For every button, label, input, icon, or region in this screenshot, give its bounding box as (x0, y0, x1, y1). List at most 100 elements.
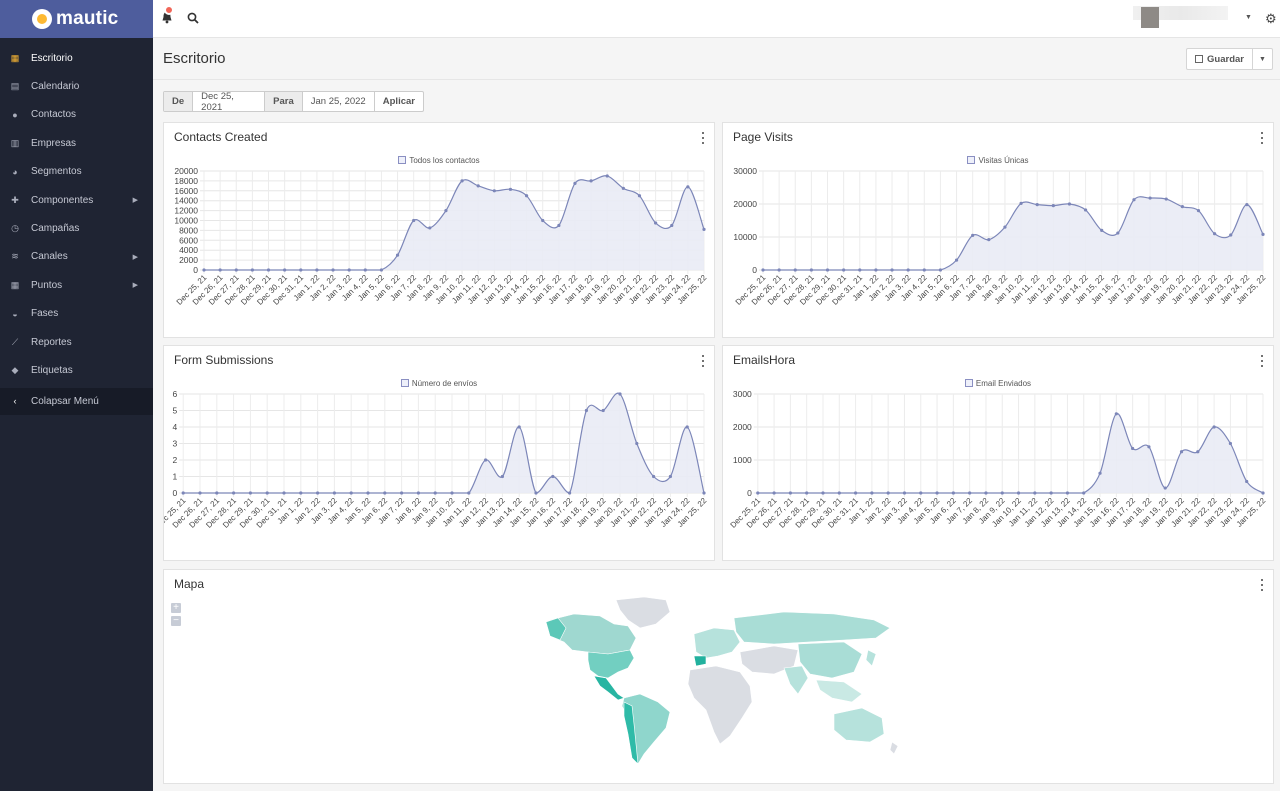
data-point (821, 491, 825, 495)
data-point (1131, 446, 1135, 451)
data-point (637, 194, 642, 198)
floppy-icon (1195, 55, 1204, 63)
data-point (366, 491, 370, 495)
sidebar-item-label: Etiquetas (31, 364, 73, 376)
data-point (299, 491, 303, 495)
data-point (919, 491, 923, 495)
data-point (234, 268, 238, 272)
y-tick-label: 5 (172, 406, 177, 416)
sidebar-item-canales[interactable]: ≋ Canales ▶ (0, 243, 153, 271)
data-point (584, 408, 588, 413)
page-title: Escritorio (163, 50, 226, 67)
sidebar-item-puntos[interactable]: ▦ Puntos ▶ (0, 271, 153, 299)
page-visits-widget: Page Visits Visitas Únicas 0 10000 20000 3000… (722, 122, 1274, 338)
collapse-menu-button[interactable]: ‹ Colapsar Menú (0, 387, 153, 415)
data-point (1229, 233, 1233, 237)
sidebar-item-contactos[interactable]: ● Contactos (0, 101, 153, 129)
data-point (484, 458, 488, 462)
calendar-icon: ▤ (10, 81, 20, 92)
gear-icon[interactable]: ⚙ (1265, 11, 1277, 27)
to-date-input[interactable]: Jan 25, 2022 (303, 92, 375, 111)
data-point (668, 474, 672, 479)
world-map[interactable] (544, 594, 904, 769)
search-icon[interactable] (187, 12, 199, 24)
caret-right-icon: ▶ (132, 282, 138, 290)
data-point (788, 491, 792, 495)
data-point (971, 233, 975, 237)
map-region-new-zealand (889, 741, 899, 755)
map-title: Mapa (174, 577, 205, 591)
data-point (347, 268, 351, 272)
y-tick-label: 20000 (174, 166, 198, 176)
data-point (954, 258, 959, 262)
data-point (1100, 228, 1104, 232)
sidebar-item-componentes[interactable]: ✚ Componentes ▶ (0, 186, 153, 214)
map-region-spain (693, 655, 707, 667)
mautic-logo[interactable]: mautic (0, 0, 153, 38)
form-submissions-widget: Form Submissions Número de envíos 0 1 2 3 4 5 6 D… (163, 345, 715, 561)
sidebar-item-escritorio[interactable]: ▦ Escritorio (0, 44, 153, 72)
data-point (250, 268, 254, 272)
sidebar-item-etiquetas[interactable]: ◆ Etiquetas (0, 356, 153, 384)
data-point (685, 425, 689, 429)
kebab-menu-icon[interactable] (1260, 579, 1264, 591)
contacts-created-widget: Contacts Created Todos los contactos 0 2000… (163, 122, 715, 338)
data-point (460, 179, 464, 183)
data-point (968, 491, 972, 495)
data-point (1132, 198, 1136, 202)
apply-button[interactable]: Aplicar (375, 92, 423, 111)
map-region-usa (587, 649, 635, 679)
data-point (1245, 479, 1249, 484)
avatar[interactable] (1141, 7, 1159, 28)
sidebar-item-segmentos[interactable]: ◕ Segmentos (0, 158, 153, 186)
from-date-input[interactable]: Dec 25, 2021 (193, 91, 266, 113)
map-region-europe (693, 627, 741, 659)
sidebar-item-fases[interactable]: ◒ Fases (0, 300, 153, 328)
sidebar-item-label: Campañas (31, 223, 80, 235)
zoom-in-button[interactable]: + (171, 603, 181, 613)
data-point (444, 209, 448, 213)
y-tick-label: 12000 (174, 206, 198, 216)
data-point (772, 491, 776, 495)
data-point (670, 223, 674, 228)
collapse-menu-label: Colapsar Menú (31, 395, 99, 407)
data-point (621, 186, 625, 190)
data-point (1083, 208, 1088, 212)
y-tick-label: 4 (172, 422, 177, 432)
data-point (517, 425, 521, 429)
data-point (1180, 205, 1184, 209)
data-point (282, 491, 286, 495)
sidebar-item-empresas[interactable]: ▥ Empresas (0, 129, 153, 157)
caret-right-icon: ▶ (132, 197, 138, 205)
data-point (984, 491, 988, 495)
sidebar-item-calendario[interactable]: ▤ Calendario (0, 72, 153, 100)
zoom-out-button[interactable]: − (171, 616, 181, 626)
sidebar-item-label: Componentes (31, 194, 94, 206)
y-tick-label: 10000 (733, 232, 757, 242)
data-point (218, 268, 222, 272)
map-region-greenland (615, 596, 671, 629)
data-point (181, 491, 185, 495)
y-tick-label: 0 (193, 265, 198, 275)
data-point (809, 268, 813, 272)
series-area (757, 413, 1263, 493)
data-point (573, 181, 577, 185)
save-dropdown-toggle[interactable]: ▼ (1253, 48, 1273, 70)
data-point (232, 491, 236, 495)
data-point (534, 491, 538, 495)
grid-icon: ▦ (10, 52, 20, 63)
data-point (1000, 491, 1004, 495)
data-point (870, 491, 874, 495)
data-point (383, 491, 387, 495)
map-region-australia (833, 707, 885, 743)
y-tick-label: 0 (752, 265, 757, 275)
tachometer-icon: ◒ (12, 308, 18, 319)
data-point (416, 491, 420, 495)
user-menu-caret-icon[interactable]: ▼ (1245, 14, 1252, 21)
rss-icon: ≋ (11, 251, 19, 262)
mautic-logo-icon (32, 9, 52, 29)
sidebar-item-campañas[interactable]: ◷ Campañas (0, 214, 153, 242)
save-button[interactable]: Guardar (1186, 48, 1253, 70)
data-point (379, 268, 384, 272)
sidebar-item-reportes[interactable]: ⟋ Reportes (0, 328, 153, 356)
